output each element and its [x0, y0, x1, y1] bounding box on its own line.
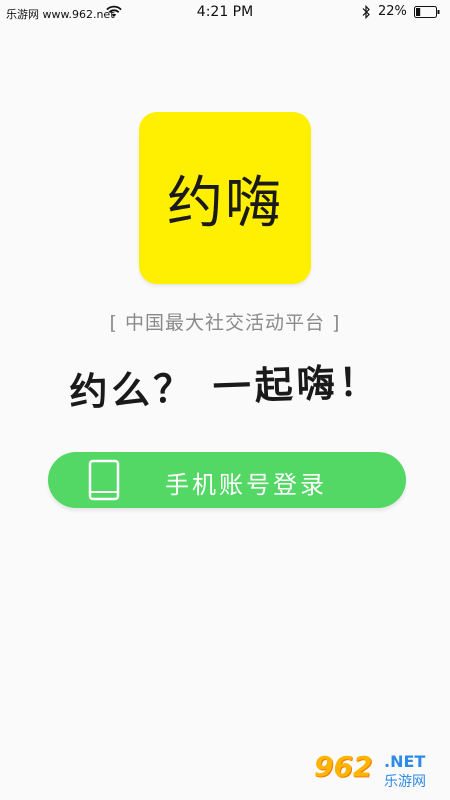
slogan: 约么？ 一起嗨！	[68, 359, 382, 415]
status-bar: 乐游网 www.962.net 4:21 PM 22%	[0, 0, 450, 26]
watermark-site: 乐游网	[384, 774, 426, 790]
bluetooth-icon	[362, 5, 370, 19]
battery-percent: 22%	[378, 4, 407, 19]
watermark-logo: 962 .NET 乐游网	[314, 750, 446, 794]
battery-icon	[414, 6, 440, 18]
watermark-net: .NET	[384, 752, 426, 771]
app-logo: 约嗨	[139, 112, 311, 284]
phone-login-label: 手机账号登录	[165, 471, 327, 499]
logo-text: 约嗨	[167, 170, 283, 236]
watermark-brand: 962	[314, 750, 373, 783]
phone-login-button[interactable]: 手机账号登录	[48, 452, 406, 508]
tagline: [ 中国最大社交活动平台 ]	[109, 312, 341, 334]
phone-icon	[88, 459, 120, 501]
